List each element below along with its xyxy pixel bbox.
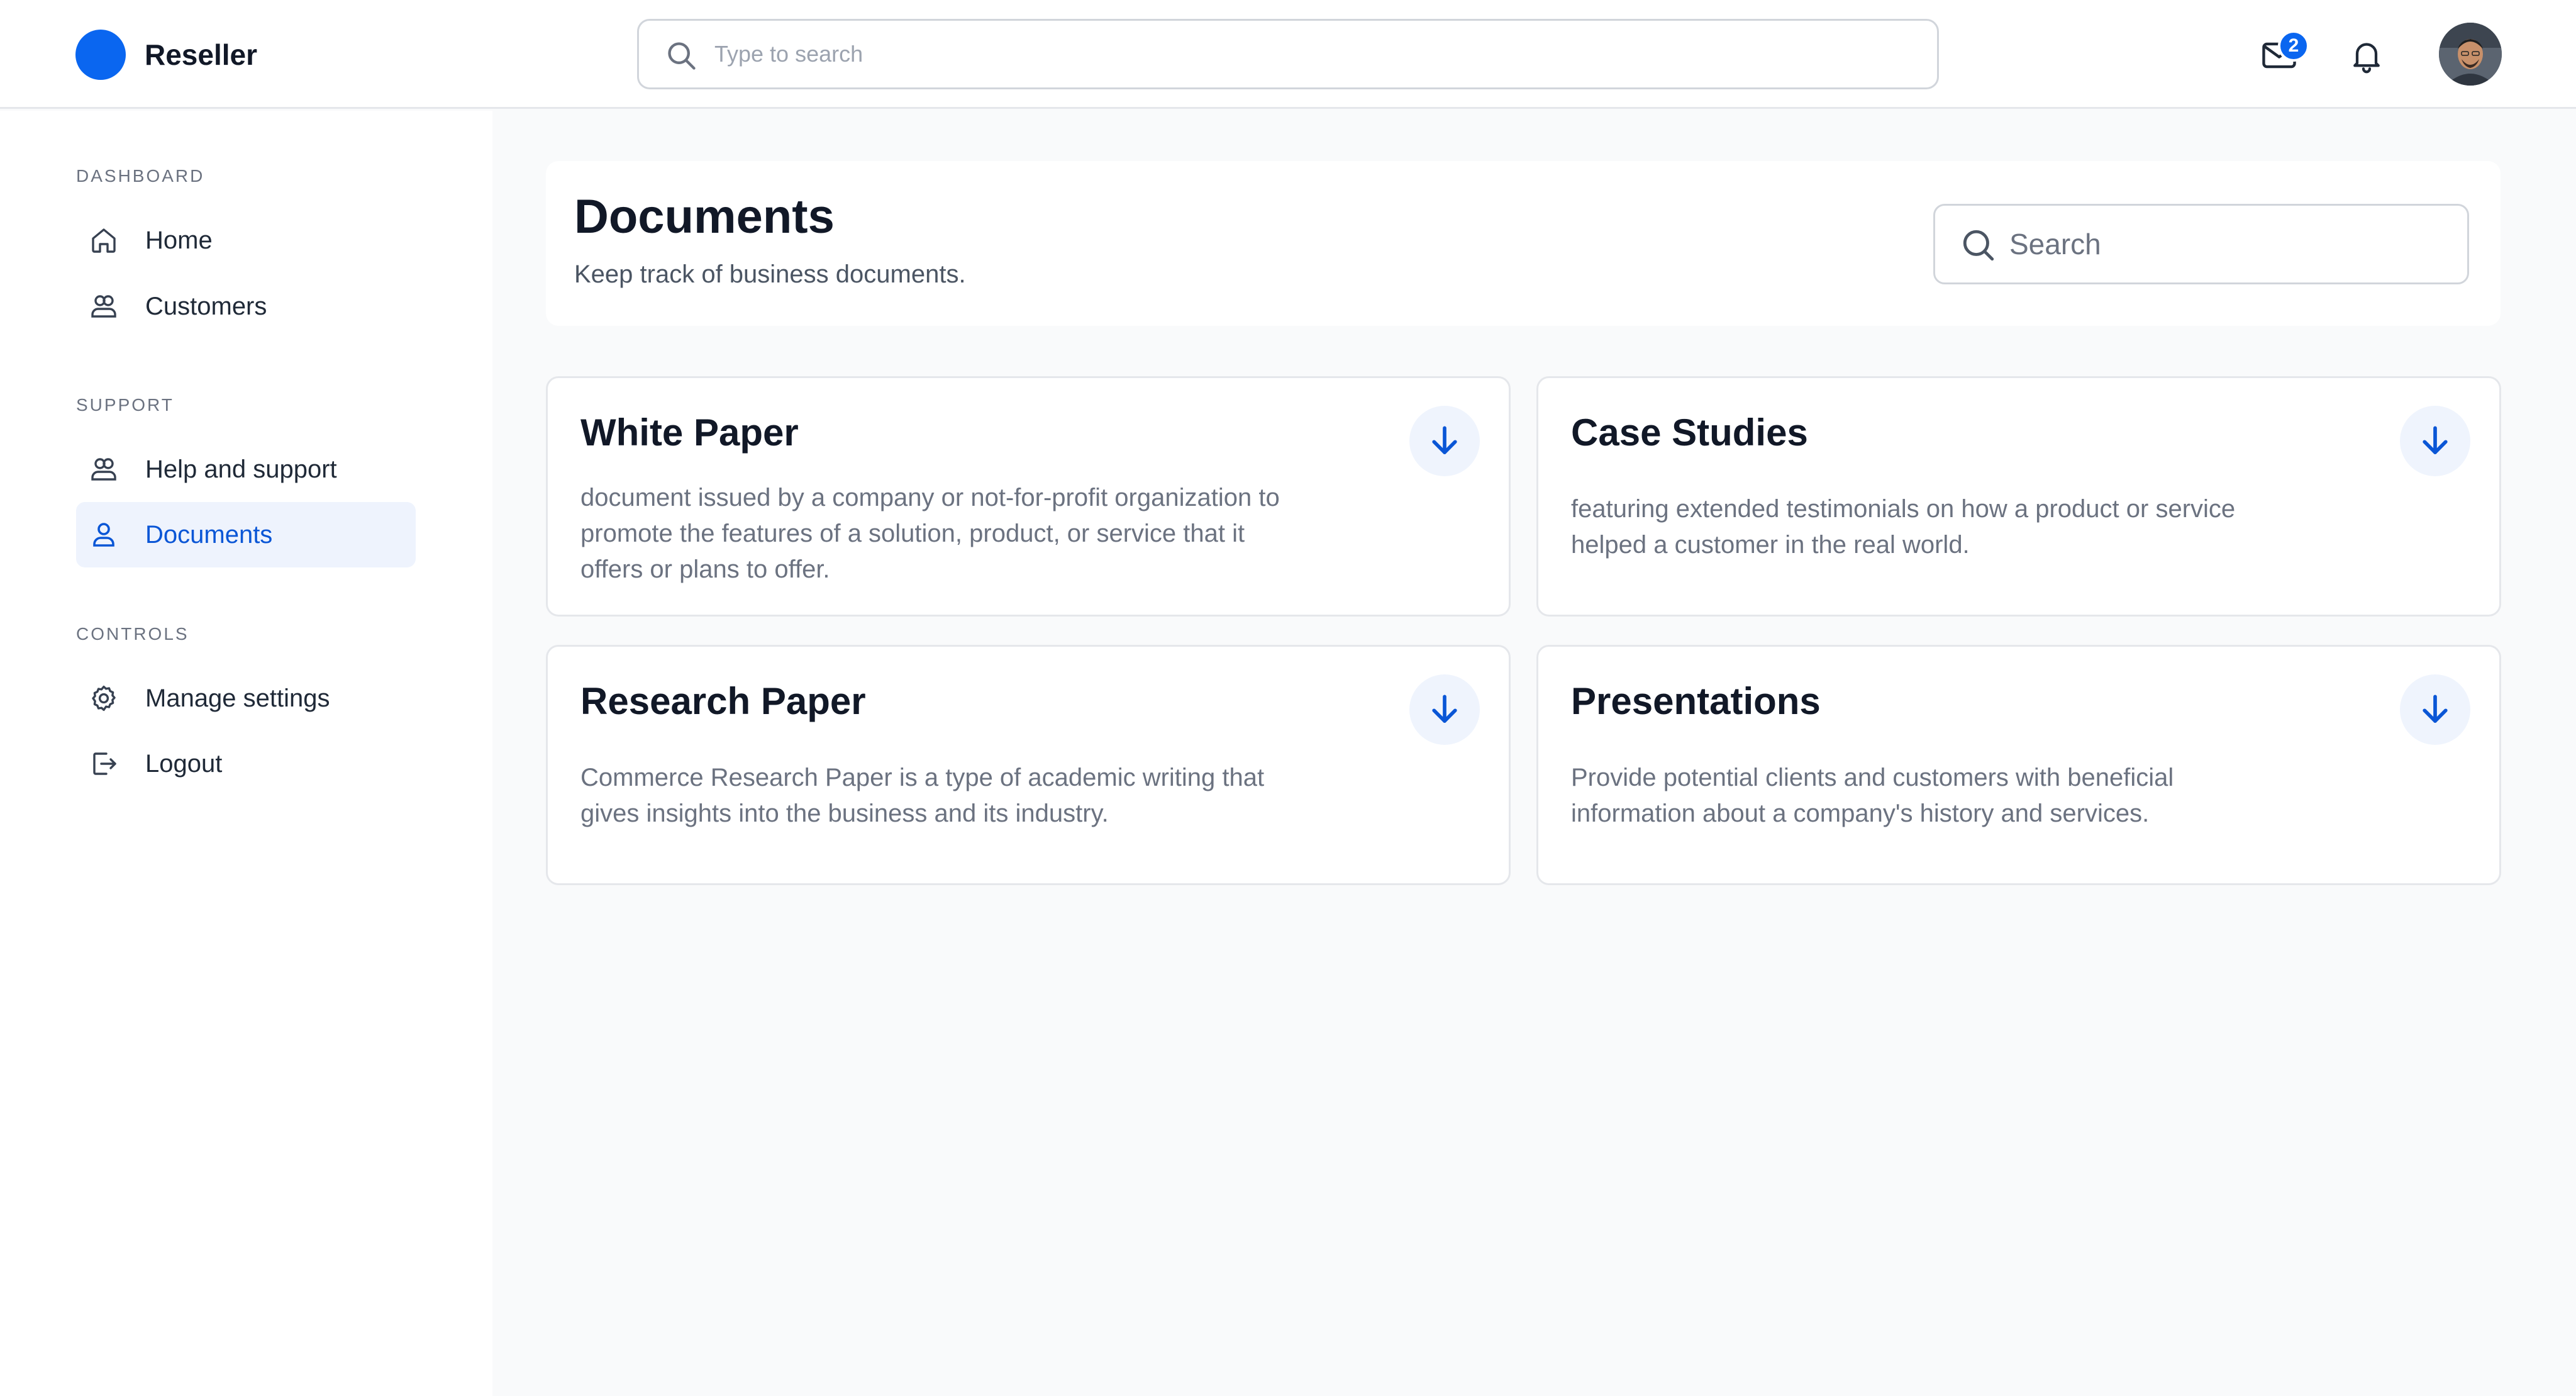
page-subtitle: Keep track of business documents. [574, 260, 966, 288]
sidebar-item-label: Help and support [145, 455, 337, 483]
sidebar-section-dashboard: DASHBOARD [76, 166, 205, 186]
page-header: Documents Keep track of business documen… [546, 161, 2501, 326]
download-icon [1432, 426, 1457, 454]
document-description: featuring extended testimonials on how a… [1571, 495, 2236, 559]
top-bar: Reseller 2 [0, 0, 2576, 109]
global-search-box[interactable] [637, 19, 1939, 89]
document-card-presentations[interactable]: Presentations Provide potential clients … [1536, 645, 2501, 885]
document-description: Commerce Research Paper is a type of aca… [580, 764, 1265, 827]
page-title: Documents [574, 190, 835, 243]
global-search-input[interactable] [714, 33, 1909, 75]
brand[interactable]: Reseller [75, 30, 257, 80]
sidebar-section-support: SUPPORT [76, 395, 174, 415]
sidebar: DASHBOARD Home Customers SUPPORT Help an… [0, 111, 492, 1396]
sidebar-item-label: Home [145, 226, 213, 254]
sidebar-item-label: Customers [145, 292, 267, 320]
sidebar-item-help-and-support[interactable]: Help and support [76, 437, 416, 502]
download-button[interactable] [2400, 406, 2470, 476]
sidebar-item-label: Logout [145, 749, 223, 778]
download-button[interactable] [1409, 674, 1480, 745]
document-title: Presentations [1571, 680, 1821, 722]
download-button[interactable] [2400, 674, 2470, 745]
brand-logo [75, 30, 126, 80]
home-icon [92, 228, 116, 253]
document-title: Case Studies [1571, 411, 1808, 454]
users-icon [91, 458, 116, 481]
sidebar-item-logout[interactable]: Logout [76, 731, 416, 796]
download-icon [2423, 695, 2448, 723]
user-icon [93, 523, 114, 547]
sidebar-item-documents[interactable]: Documents [76, 502, 416, 567]
document-card-research-paper[interactable]: Research Paper Commerce Research Paper i… [546, 645, 1511, 885]
document-card-case-studies[interactable]: Case Studies featuring extended testimon… [1536, 376, 2501, 617]
sidebar-item-manage-settings[interactable]: Manage settings [76, 666, 416, 731]
document-card-white-paper[interactable]: White Paper document issued by a company… [546, 376, 1511, 617]
download-button[interactable] [1409, 406, 1480, 476]
users-icon [91, 295, 116, 318]
documents-search-box[interactable] [1933, 204, 2469, 284]
messages-badge: 2 [2278, 30, 2309, 62]
sidebar-section-controls: CONTROLS [76, 624, 189, 644]
download-icon [1432, 695, 1457, 723]
bell-icon [2353, 43, 2380, 74]
search-icon [668, 42, 696, 70]
document-description: Provide potential clients and customers … [1571, 764, 2174, 827]
documents-search-input[interactable] [2009, 223, 2450, 265]
sidebar-item-label: Documents [145, 520, 273, 549]
logout-icon [93, 752, 116, 775]
sidebar-item-label: Manage settings [145, 684, 330, 712]
sidebar-item-customers[interactable]: Customers [76, 274, 416, 339]
download-icon [2423, 426, 2448, 454]
document-description: document issued by a company or not-for-… [580, 484, 1280, 583]
notifications-button[interactable] [2340, 29, 2393, 82]
avatar-image [2439, 23, 2502, 86]
user-avatar[interactable] [2439, 23, 2502, 86]
sidebar-item-home[interactable]: Home [76, 208, 416, 273]
gear-icon [92, 685, 116, 712]
search-icon [1963, 230, 1994, 261]
brand-name: Reseller [145, 38, 258, 71]
document-title: Research Paper [580, 680, 866, 722]
document-title: White Paper [580, 411, 799, 454]
